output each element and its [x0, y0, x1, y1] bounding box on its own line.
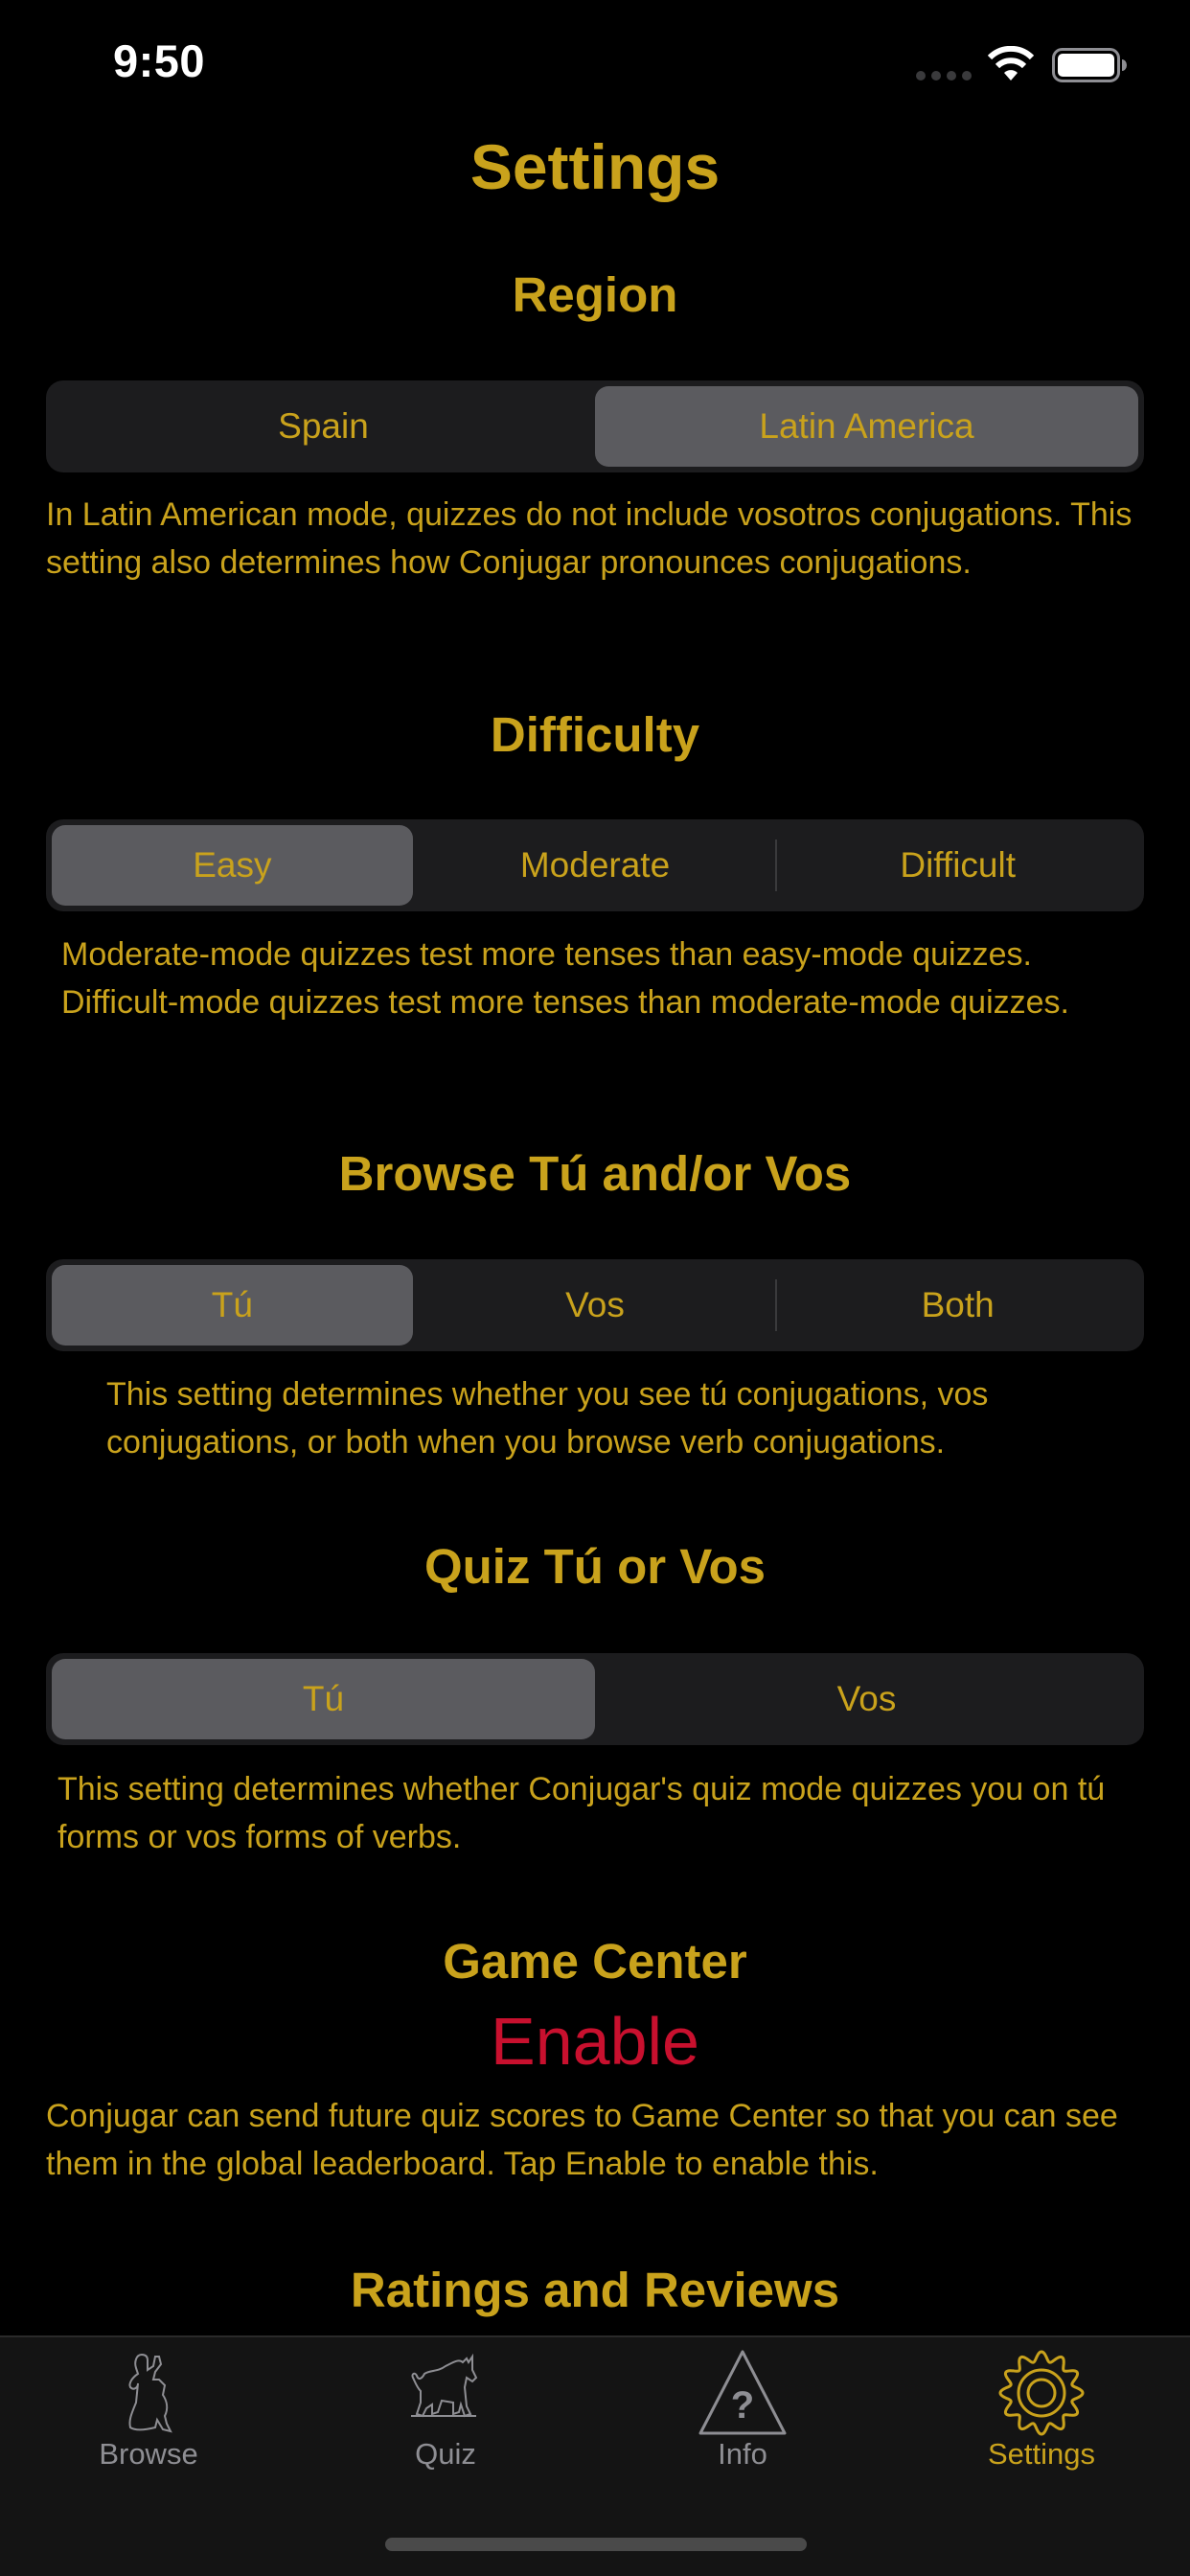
page-title: Settings	[469, 131, 721, 202]
region-segmented-control[interactable]: Spain Latin America	[46, 380, 1144, 472]
tab-quiz[interactable]: Quiz	[297, 2337, 594, 2481]
game-center-title: Game Center	[443, 1934, 747, 1989]
cellular-signal-icon	[916, 71, 972, 80]
quiz-tu-vos-description: This setting determines whether Conjugar…	[57, 1771, 1106, 1855]
difficulty-option-difficult[interactable]: Difficult	[777, 825, 1138, 906]
region-option-latin-america[interactable]: Latin America	[595, 386, 1138, 467]
browse-option-vos[interactable]: Vos	[415, 1265, 776, 1346]
tab-browse-label: Browse	[99, 2437, 198, 2471]
quiz-option-vos[interactable]: Vos	[595, 1659, 1138, 1739]
quiz-tu-vos-title: Quiz Tú or Vos	[423, 1539, 767, 1594]
region-description: In Latin American mode, quizzes do not i…	[46, 496, 1133, 581]
quiz-tu-vos-segmented-control[interactable]: Tú Vos	[46, 1653, 1144, 1745]
browse-tu-vos-description: This setting determines whether you see …	[106, 1376, 989, 1460]
region-title: Region	[512, 267, 678, 322]
quiz-option-tu[interactable]: Tú	[52, 1659, 595, 1739]
difficulty-title: Difficulty	[490, 707, 700, 762]
svg-text:?: ?	[731, 2384, 754, 2426]
tab-info[interactable]: ? Info	[594, 2337, 891, 2481]
gear-icon	[998, 2350, 1085, 2436]
browse-tu-vos-title: Browse Tú and/or Vos	[338, 1146, 852, 1201]
region-option-spain[interactable]: Spain	[52, 386, 595, 467]
difficulty-option-moderate[interactable]: Moderate	[415, 825, 776, 906]
dancer-icon	[128, 2353, 172, 2433]
wifi-icon	[987, 46, 1035, 80]
tab-settings[interactable]: Settings	[893, 2337, 1190, 2481]
enable-game-center-button[interactable]: Enable	[0, 2003, 1190, 2080]
ratings-title: Ratings and Reviews	[350, 2263, 840, 2317]
difficulty-segmented-control[interactable]: Easy Moderate Difficult	[46, 819, 1144, 911]
home-indicator	[385, 2538, 807, 2551]
tab-quiz-label: Quiz	[415, 2437, 476, 2471]
difficulty-description: Moderate-mode quizzes test more tenses t…	[61, 936, 1069, 1021]
question-triangle-icon: ?	[698, 2350, 787, 2435]
tab-browse[interactable]: Browse	[0, 2337, 297, 2481]
tab-settings-label: Settings	[987, 2437, 1095, 2471]
difficulty-option-easy[interactable]: Easy	[52, 825, 413, 906]
game-center-description: Conjugar can send future quiz scores to …	[46, 2098, 1118, 2182]
battery-icon	[1052, 48, 1127, 82]
browse-option-tu[interactable]: Tú	[52, 1265, 413, 1346]
browse-option-both[interactable]: Both	[777, 1265, 1138, 1346]
bull-icon	[411, 2353, 478, 2418]
browse-tu-vos-segmented-control[interactable]: Tú Vos Both	[46, 1259, 1144, 1351]
status-time: 9:50	[113, 35, 206, 86]
tab-info-label: Info	[718, 2437, 767, 2471]
